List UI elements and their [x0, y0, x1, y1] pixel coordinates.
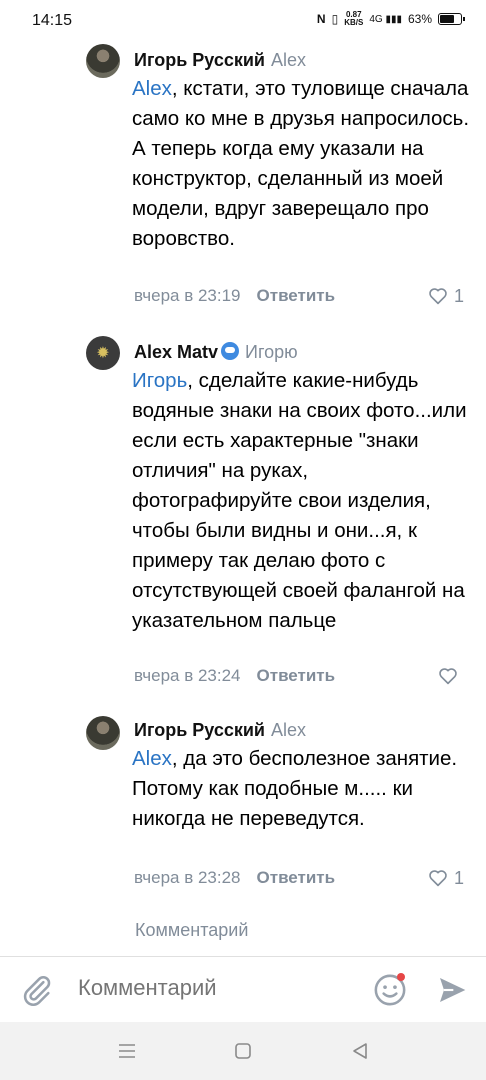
back-icon[interactable] [350, 1042, 370, 1060]
avatar[interactable]: ✹ [86, 336, 120, 370]
like-button[interactable] [438, 667, 464, 685]
battery-percent: 63% [407, 12, 432, 26]
avatar[interactable] [86, 44, 120, 78]
reply-button[interactable]: Ответить [257, 868, 336, 888]
like-count: 1 [453, 867, 464, 888]
paperclip-icon[interactable] [20, 973, 54, 1007]
comment-composer [0, 956, 486, 1022]
like-button[interactable]: 1 [428, 286, 464, 307]
avatar[interactable] [86, 716, 120, 750]
comment-header: Игорь Русский Alex [134, 720, 306, 741]
mention-link[interactable]: Игорь [132, 369, 187, 392]
comment-author[interactable]: Игорь Русский [134, 720, 265, 740]
comment-header: Игорь Русский Alex [134, 50, 306, 71]
home-icon[interactable] [233, 1042, 253, 1060]
status-bar: 14:15 N ▯ 0.87 KB/S 4G ▮▮▮ 63% [0, 0, 486, 42]
comment-header: Alex Matv Игорю [134, 342, 298, 363]
status-icons: N ▯ 0.87 KB/S 4G ▮▮▮ 63% [316, 10, 465, 27]
like-count: 1 [453, 285, 464, 306]
comment-author[interactable]: Alex Matv [134, 342, 218, 362]
signal-icon: 4G ▮▮▮ [369, 13, 402, 25]
reply-button[interactable]: Ответить [257, 286, 336, 306]
comment-input[interactable] [78, 975, 366, 1001]
comment-text: Alex, кстати, это туловище сначала само … [132, 77, 470, 250]
mention-link[interactable]: Alex [132, 77, 172, 100]
reply-button[interactable]: Ответить [257, 666, 336, 686]
mention-link[interactable]: Alex [132, 747, 172, 770]
network-speed: 0.87 KB/S [344, 10, 364, 27]
heart-icon [429, 288, 447, 305]
comment-text: Игорь, сделайте какие-нибудь водяные зна… [132, 369, 467, 632]
heart-icon [429, 870, 447, 887]
comment-text: Alex, да это бесполезное занятие. Потому… [132, 747, 458, 830]
emblem-icon: ✹ [96, 345, 110, 362]
heart-icon [439, 668, 457, 685]
comment-meta: вчера в 23:19 Ответить 1 [134, 286, 464, 306]
reply-to-name[interactable]: Alex [271, 50, 306, 70]
send-icon[interactable] [436, 974, 468, 1006]
comment-meta: вчера в 23:24 Ответить [134, 666, 464, 686]
comment-meta: вчера в 23:28 Ответить 1 [134, 868, 464, 888]
status-time: 14:15 [32, 12, 73, 29]
reply-to-name[interactable]: Alex [271, 720, 306, 740]
comment-input-hint: Комментарий [135, 920, 249, 940]
vibrate-icon: ▯ [331, 12, 339, 26]
battery-icon [438, 13, 465, 25]
reply-to-name[interactable]: Игорю [245, 342, 298, 362]
comment-time: вчера в 23:24 [134, 666, 241, 685]
comment-time: вчера в 23:19 [134, 286, 241, 305]
donut-badge-icon [221, 342, 240, 360]
comment-author[interactable]: Игорь Русский [134, 50, 265, 70]
like-button[interactable]: 1 [428, 868, 464, 889]
nfc-icon: N [316, 12, 326, 26]
notification-dot [397, 973, 405, 981]
comment-time: вчера в 23:28 [134, 868, 241, 887]
system-navigation-bar [0, 1022, 486, 1080]
menu-icon[interactable] [117, 1042, 137, 1060]
